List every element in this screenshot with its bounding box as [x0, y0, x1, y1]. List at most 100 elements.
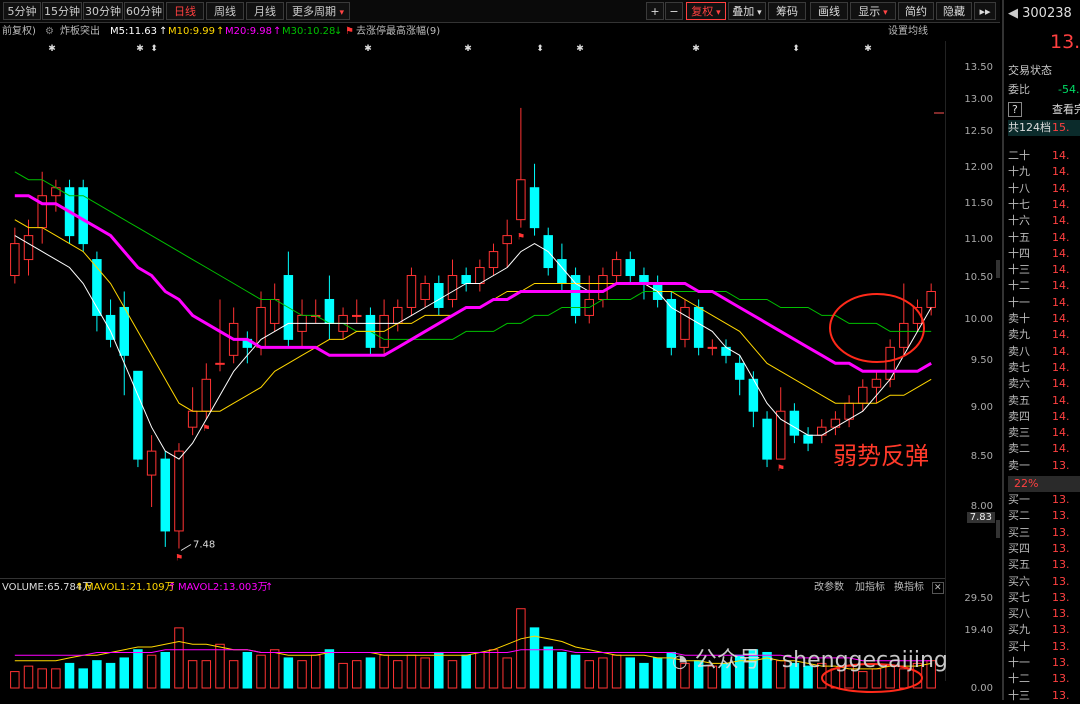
- buy-level-row[interactable]: 十一 13.: [1008, 655, 1080, 671]
- buy-level-row[interactable]: 买一 13.: [1008, 492, 1080, 508]
- draw-line-button[interactable]: 画线: [810, 2, 848, 20]
- order-book-panel: ◀ 300238 13. 交易状态 委比-54.0 ?查看完 共124档15. …: [1002, 0, 1080, 702]
- sell-level-row[interactable]: 十七 14.: [1008, 197, 1080, 213]
- buy-level-row[interactable]: 十三 13.: [1008, 688, 1080, 704]
- level-label: 卖八: [1008, 344, 1030, 358]
- sell-level-row[interactable]: 卖九 14.: [1008, 327, 1080, 343]
- sell-level-row[interactable]: 卖十 14.: [1008, 311, 1080, 327]
- ma20-label: M20:9.98: [225, 26, 272, 37]
- tab-weekly[interactable]: 周线: [206, 2, 244, 20]
- candle-body: [488, 251, 499, 269]
- sell-level-row[interactable]: 十六 14.: [1008, 213, 1080, 229]
- buy-level-row[interactable]: 买二 13.: [1008, 508, 1080, 524]
- fuquan-button[interactable]: 复权 ▾: [686, 2, 726, 20]
- buy-level-row[interactable]: 买十 13.: [1008, 639, 1080, 655]
- tab-5min[interactable]: 5分钟: [3, 2, 41, 20]
- candle-body: [105, 314, 116, 340]
- sell-level-row[interactable]: 卖三 14.: [1008, 425, 1080, 441]
- volume-bar: [133, 649, 143, 689]
- level-price: 14.: [1052, 197, 1070, 211]
- price-tick: 9.00: [970, 402, 993, 413]
- flag-marker: ⚑: [175, 554, 183, 564]
- buy-level-row[interactable]: 买四 13.: [1008, 541, 1080, 557]
- sell-level-row[interactable]: 十八 14.: [1008, 181, 1080, 197]
- buy-level-row[interactable]: 买六 13.: [1008, 574, 1080, 590]
- candle-body: [256, 306, 266, 348]
- hide-button[interactable]: 隐藏: [936, 2, 972, 20]
- close-icon[interactable]: ✕: [932, 582, 944, 594]
- sell-level-row[interactable]: 十四 14.: [1008, 246, 1080, 262]
- back-icon[interactable]: ◀: [1008, 6, 1018, 21]
- volume-bar: [37, 668, 47, 689]
- buy-level-row[interactable]: 买九 13.: [1008, 622, 1080, 638]
- candle-body: [119, 306, 129, 356]
- buy-level-row[interactable]: 买七 13.: [1008, 590, 1080, 606]
- tab-15min[interactable]: 15分钟: [42, 2, 82, 20]
- tab-60min[interactable]: 60分钟: [124, 2, 164, 20]
- adjust-label[interactable]: 前复权): [2, 23, 36, 41]
- sell-level-row[interactable]: 卖四 14.: [1008, 409, 1080, 425]
- ma30-label: M30:10.28: [282, 26, 336, 37]
- level-label: 十九: [1008, 165, 1030, 179]
- expand-icon[interactable]: ▸▸: [974, 2, 996, 20]
- help-icon[interactable]: ?: [1008, 102, 1022, 117]
- volume-bar: [611, 654, 622, 689]
- switch-indicator-button[interactable]: 换指标: [894, 579, 924, 597]
- chips-button[interactable]: 筹码: [768, 2, 806, 20]
- buy-level-row[interactable]: 买三 13.: [1008, 525, 1080, 541]
- tab-more-periods[interactable]: 更多周期 ▾: [286, 2, 350, 20]
- view-all-row[interactable]: ? 查看完: [1008, 102, 1080, 118]
- view-all-link[interactable]: 查看完: [1052, 102, 1080, 118]
- tab-30min[interactable]: 30分钟: [83, 2, 123, 20]
- overlay-button[interactable]: 叠加 ▾: [728, 2, 766, 20]
- sell-level-row[interactable]: 卖六 14.: [1008, 376, 1080, 392]
- volume-bar: [598, 657, 608, 689]
- sell-level-row[interactable]: 卖五 14.: [1008, 393, 1080, 409]
- display-button[interactable]: 显示 ▾: [850, 2, 896, 20]
- sell-level-row[interactable]: 十一 14.: [1008, 295, 1080, 311]
- simplify-button[interactable]: 简约: [898, 2, 934, 20]
- stock-pick-label[interactable]: 炸板突出: [60, 23, 100, 41]
- level-price: 14.: [1052, 360, 1070, 374]
- sell-level-row[interactable]: 十二 14.: [1008, 278, 1080, 294]
- sell-level-row[interactable]: 卖二 14.: [1008, 441, 1080, 457]
- trade-state: 交易状态: [1008, 64, 1052, 77]
- ma-setting-link[interactable]: 设置均线: [888, 23, 928, 41]
- volume-bar: [228, 660, 239, 689]
- sell-level-row[interactable]: 卖七 14.: [1008, 360, 1080, 376]
- gear-icon[interactable]: ⚙: [45, 23, 54, 41]
- price-tick: 8.00: [970, 501, 993, 512]
- zoom-out-button[interactable]: −: [665, 2, 683, 20]
- candle-body: [23, 235, 34, 261]
- add-indicator-button[interactable]: 加指标: [855, 579, 885, 597]
- tab-monthly[interactable]: 月线: [246, 2, 284, 20]
- change-params-button[interactable]: 改参数: [814, 579, 844, 597]
- sell-level-row[interactable]: 二十 14.: [1008, 148, 1080, 164]
- level-price: 13.: [1052, 688, 1070, 702]
- candle-body: [762, 418, 772, 460]
- buy-level-row[interactable]: 十二 13.: [1008, 671, 1080, 687]
- candle-body: [10, 243, 20, 277]
- volume-bar: [461, 654, 471, 689]
- sell-level-row[interactable]: 十九 14.: [1008, 164, 1080, 180]
- buy-level-row[interactable]: 买八 13.: [1008, 606, 1080, 622]
- candle-body: [789, 410, 800, 436]
- scroll-handle[interactable]: [996, 520, 1000, 538]
- sell-level-row[interactable]: 卖八 14.: [1008, 344, 1080, 360]
- level-price: 14.: [1052, 165, 1070, 179]
- candle-body: [844, 402, 854, 420]
- price-tick: 8.50: [970, 451, 993, 462]
- event-marker: ✱: [464, 44, 472, 54]
- price-tick: 11.50: [964, 198, 993, 209]
- buy-level-row[interactable]: 买五 13.: [1008, 557, 1080, 573]
- level-price: 13.: [1052, 574, 1070, 588]
- kline-chart[interactable]: ✱ ✱ ⬍ ✱ ✱ ⬍ ✱ ✱ ⬍ ✱ 7.48 ⚑ ⚑ ⚑ ⚑: [0, 41, 945, 578]
- zoom-in-button[interactable]: +: [646, 2, 664, 20]
- sell-level-row[interactable]: 十三 14.: [1008, 262, 1080, 278]
- event-marker: ✱: [364, 44, 372, 54]
- sell-level-row[interactable]: 十五 14.: [1008, 230, 1080, 246]
- sell-level-row[interactable]: 卖一 13.: [1008, 458, 1080, 474]
- level-price: 14.: [1052, 263, 1070, 277]
- tab-daily[interactable]: 日线: [166, 2, 204, 20]
- scroll-handle[interactable]: [996, 260, 1000, 278]
